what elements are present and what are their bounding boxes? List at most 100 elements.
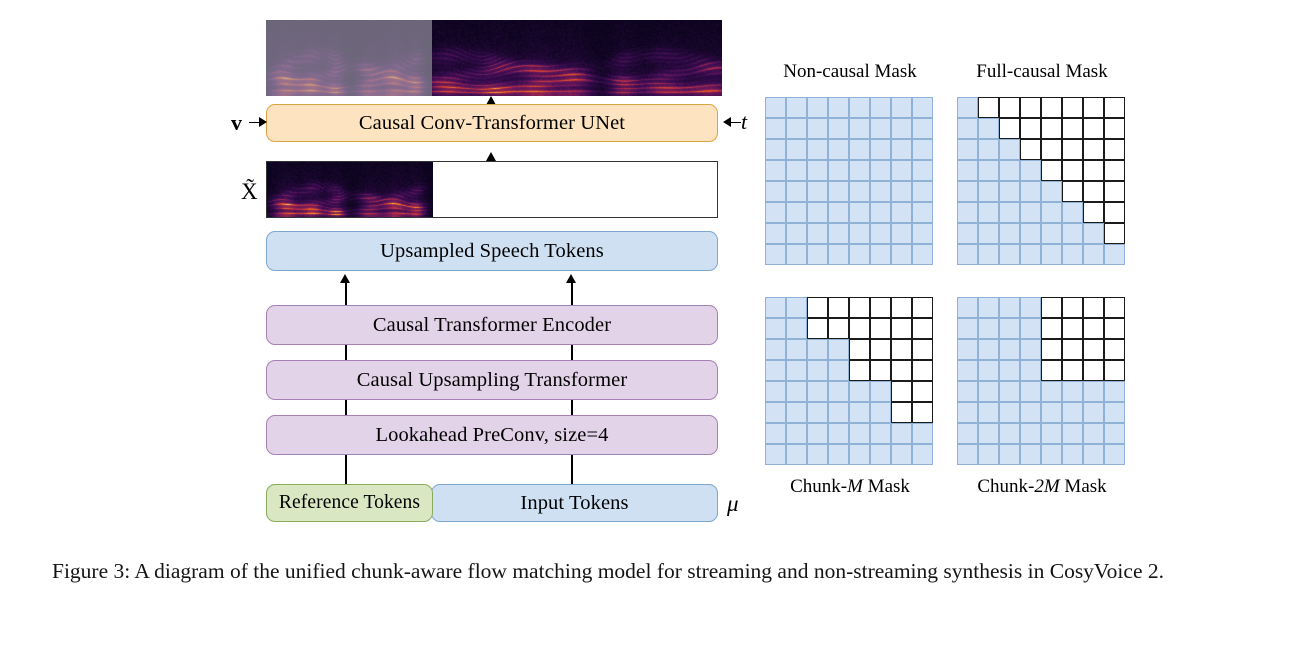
mask-cell xyxy=(870,97,891,118)
mask-cell xyxy=(828,339,849,360)
mask-cell xyxy=(765,139,786,160)
mask-cell xyxy=(1020,444,1041,465)
mask-cell xyxy=(765,297,786,318)
mask-cell xyxy=(999,318,1020,339)
mask-cell xyxy=(957,223,978,244)
mask-cell xyxy=(1083,360,1104,381)
mask-cell xyxy=(891,402,912,423)
mask-cell xyxy=(828,202,849,223)
mask-cell xyxy=(891,444,912,465)
output-mel-spectrogram-generated xyxy=(432,20,722,96)
mask-cell xyxy=(870,118,891,139)
mask-chunk-2m-label: Chunk-2M Mask xyxy=(977,476,1107,497)
mask-cell xyxy=(765,97,786,118)
mask-cell xyxy=(870,244,891,265)
mask-cell xyxy=(1104,244,1125,265)
mask-cell xyxy=(957,139,978,160)
mask-cell xyxy=(786,381,807,402)
mask-cell xyxy=(912,202,933,223)
connector-tokens-to-preconv-left xyxy=(345,455,347,484)
mask-cell xyxy=(807,297,828,318)
mask-cell xyxy=(870,444,891,465)
mask-cell xyxy=(1083,202,1104,223)
mask-cell xyxy=(978,97,999,118)
mask-cell xyxy=(849,318,870,339)
mask-cell xyxy=(807,223,828,244)
mask-cell xyxy=(849,223,870,244)
mask-cell xyxy=(786,402,807,423)
mask-cell xyxy=(957,423,978,444)
input-tokens-box[interactable]: Input Tokens xyxy=(431,484,718,522)
mask-cell xyxy=(999,423,1020,444)
mask-cell xyxy=(957,160,978,181)
mask-cell xyxy=(786,360,807,381)
mask-cell xyxy=(828,223,849,244)
mask-cell xyxy=(912,181,933,202)
mask-cell xyxy=(1062,318,1083,339)
mask-cell xyxy=(1062,244,1083,265)
mask-cell xyxy=(1041,118,1062,139)
mask-cell xyxy=(978,318,999,339)
mask-cell xyxy=(1083,444,1104,465)
mask-cell xyxy=(1083,381,1104,402)
xtilde-prompt-spectrogram xyxy=(267,162,433,217)
mask-cell xyxy=(1020,402,1041,423)
mask-cell xyxy=(786,297,807,318)
mask-cell xyxy=(978,181,999,202)
mask-cell xyxy=(870,381,891,402)
mask-cell xyxy=(999,181,1020,202)
timestep-label: t xyxy=(741,109,748,134)
mask-cell xyxy=(999,97,1020,118)
mask-cell xyxy=(1020,339,1041,360)
input-tokens-label: Input Tokens xyxy=(520,491,629,514)
timestep-arrow-line xyxy=(730,121,741,124)
mask-cell xyxy=(849,423,870,444)
causal-transformer-encoder-box[interactable]: Causal Transformer Encoder xyxy=(266,305,718,345)
mask-cell xyxy=(807,118,828,139)
mask-cell xyxy=(849,381,870,402)
mask-cell xyxy=(1020,318,1041,339)
mask-cell xyxy=(765,118,786,139)
mask-cell xyxy=(1020,297,1041,318)
mask-cell xyxy=(807,423,828,444)
mask-cell xyxy=(891,181,912,202)
mask-cell xyxy=(891,202,912,223)
mask-cell xyxy=(765,244,786,265)
causal-conv-transformer-unet-box[interactable]: Causal Conv-Transformer UNet xyxy=(266,104,718,142)
mask-cell xyxy=(1083,118,1104,139)
mask-cell xyxy=(828,244,849,265)
mask-cell xyxy=(786,97,807,118)
mask-cell xyxy=(891,118,912,139)
mask-cell xyxy=(1062,160,1083,181)
mask-cell xyxy=(870,339,891,360)
lookahead-preconv-box[interactable]: Lookahead PreConv, size=4 xyxy=(266,415,718,455)
mask-cell xyxy=(978,139,999,160)
mask-cell xyxy=(807,139,828,160)
mask-cell xyxy=(1083,181,1104,202)
mask-cell xyxy=(957,444,978,465)
mask-non-causal: Non-causal Mask xyxy=(765,62,935,267)
causal-transformer-encoder-label: Causal Transformer Encoder xyxy=(372,313,612,336)
reference-tokens-box[interactable]: Reference Tokens xyxy=(266,484,433,522)
mask-cell xyxy=(828,360,849,381)
mask-cell xyxy=(828,118,849,139)
causal-upsampling-transformer-box[interactable]: Causal Upsampling Transformer xyxy=(266,360,718,400)
mask-chunk-m-grid xyxy=(765,297,933,465)
mask-cell xyxy=(1104,160,1125,181)
figure-caption: Figure 3: A diagram of the unified chunk… xyxy=(52,559,1164,583)
mask-cell xyxy=(1062,139,1083,160)
mask-cell xyxy=(978,202,999,223)
mask-cell xyxy=(1062,402,1083,423)
mask-cell xyxy=(828,444,849,465)
mask-cell xyxy=(765,360,786,381)
mask-cell xyxy=(1020,360,1041,381)
mask-cell xyxy=(891,160,912,181)
mask-cell xyxy=(765,160,786,181)
causal-conv-transformer-unet-label: Causal Conv-Transformer UNet xyxy=(358,111,626,134)
mask-cell xyxy=(891,318,912,339)
upsampled-speech-tokens-box[interactable]: Upsampled Speech Tokens xyxy=(266,231,718,271)
connector-upsampling-to-encoder-right xyxy=(571,345,573,361)
mask-cell xyxy=(1104,118,1125,139)
mask-cell xyxy=(1083,339,1104,360)
connector-preconv-to-upsampling-right xyxy=(571,400,573,416)
